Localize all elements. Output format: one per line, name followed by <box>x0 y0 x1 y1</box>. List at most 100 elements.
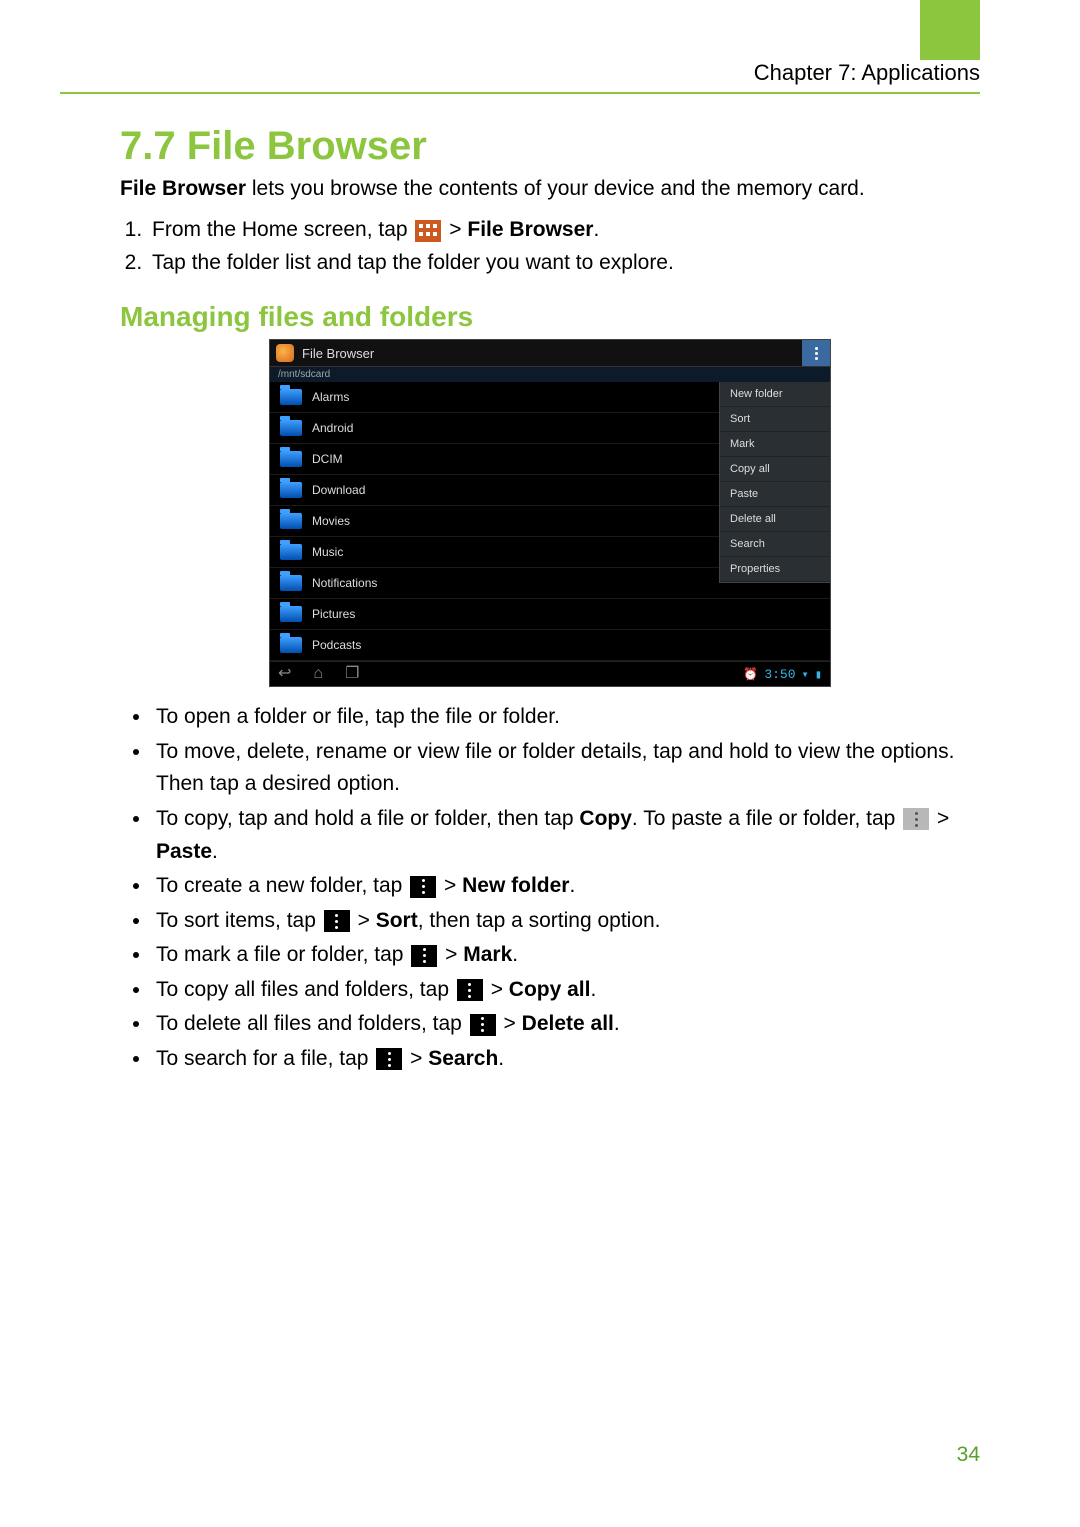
bullet-open: To open a folder or file, tap the file o… <box>152 701 980 734</box>
bullet-sort: To sort items, tap > Sort, then tap a so… <box>152 905 980 938</box>
folder-label: Movies <box>312 514 350 528</box>
bullet-new-folder: To create a new folder, tap > New folder… <box>152 870 980 903</box>
step-1: From the Home screen, tap > File Browser… <box>148 214 980 247</box>
wifi-icon: ▾ <box>802 667 809 682</box>
page-content: Chapter 7: Applications 7.7 File Browser… <box>60 60 980 1077</box>
bold: Copy <box>579 807 632 830</box>
folder-icon <box>280 389 302 405</box>
text: To mark a file or folder, tap <box>156 943 409 966</box>
bold: Sort <box>376 909 418 932</box>
menu-item-paste[interactable]: Paste <box>720 482 830 507</box>
overflow-icon <box>903 808 929 830</box>
text: . <box>212 840 218 863</box>
folder-icon <box>280 637 302 653</box>
overflow-icon <box>376 1048 402 1070</box>
menu-item-sort[interactable]: Sort <box>720 407 830 432</box>
screenshot-wrap: File Browser /mnt/sdcard Alarms Android … <box>120 339 980 687</box>
text: , then tap a sorting option. <box>418 909 661 932</box>
menu-item-delete-all[interactable]: Delete all <box>720 507 830 532</box>
text: To sort items, tap <box>156 909 322 932</box>
bullet-delete-all: To delete all files and folders, tap > D… <box>152 1008 980 1041</box>
apps-grid-icon <box>415 220 441 242</box>
status-clock: 3:50 <box>764 667 795 682</box>
text: > <box>504 1012 522 1035</box>
intro-strong: File Browser <box>120 177 246 200</box>
device-body: Alarms Android DCIM Download Movies Musi… <box>270 382 830 661</box>
device-header: File Browser <box>270 340 830 367</box>
step-1-text-a: From the Home screen, tap <box>152 218 413 241</box>
bullet-search: To search for a file, tap > Search. <box>152 1043 980 1076</box>
bold: Paste <box>156 840 212 863</box>
folder-icon <box>280 420 302 436</box>
text: > <box>410 1047 428 1070</box>
folder-label: Pictures <box>312 607 355 621</box>
bold: New folder <box>462 874 569 897</box>
folder-label: Android <box>312 421 353 435</box>
device-navbar: ↩ ⌂ ❐ ⏰ 3:50 ▾ ▮ <box>270 661 830 686</box>
step-1-text-d: . <box>593 218 599 241</box>
folder-item[interactable]: Podcasts <box>270 630 830 661</box>
bullet-list: To open a folder or file, tap the file o… <box>120 701 980 1075</box>
folder-icon <box>280 451 302 467</box>
overflow-icon <box>470 1014 496 1036</box>
file-browser-app-icon <box>276 344 294 362</box>
overflow-icon <box>324 910 350 932</box>
recent-icon[interactable]: ❐ <box>345 666 359 682</box>
text: > <box>444 874 462 897</box>
text: > <box>491 978 509 1001</box>
text: To copy, tap and hold a file or folder, … <box>156 807 579 830</box>
decorative-top-tab <box>920 0 980 60</box>
text: To delete all files and folders, tap <box>156 1012 468 1035</box>
menu-item-properties[interactable]: Properties <box>720 557 830 582</box>
app-title: File Browser <box>302 346 374 361</box>
folder-icon <box>280 513 302 529</box>
home-icon[interactable]: ⌂ <box>313 666 323 682</box>
intro-rest: lets you browse the contents of your dev… <box>246 177 865 200</box>
folder-item[interactable]: Pictures <box>270 599 830 630</box>
device-screenshot: File Browser /mnt/sdcard Alarms Android … <box>269 339 831 687</box>
overflow-menu-button[interactable] <box>802 340 830 366</box>
text: . <box>498 1047 504 1070</box>
folder-label: Alarms <box>312 390 349 404</box>
text: > <box>358 909 376 932</box>
folder-icon <box>280 575 302 591</box>
bullet-copy-all: To copy all files and folders, tap > Cop… <box>152 974 980 1007</box>
section-title: 7.7 File Browser <box>120 124 980 169</box>
folder-icon <box>280 606 302 622</box>
path-bar[interactable]: /mnt/sdcard <box>270 367 830 382</box>
folder-icon <box>280 544 302 560</box>
folder-label: Music <box>312 545 343 559</box>
step-1-bold: File Browser <box>467 218 593 241</box>
bold: Delete all <box>522 1012 614 1035</box>
text: > <box>445 943 463 966</box>
overflow-icon <box>457 979 483 1001</box>
bullet-mark: To mark a file or folder, tap > Mark. <box>152 939 980 972</box>
menu-item-new-folder[interactable]: New folder <box>720 382 830 407</box>
more-icon <box>815 347 818 360</box>
text: To create a new folder, tap <box>156 874 408 897</box>
menu-item-mark[interactable]: Mark <box>720 432 830 457</box>
text: . <box>614 1012 620 1035</box>
nav-left: ↩ ⌂ ❐ <box>278 666 359 682</box>
folder-icon <box>280 482 302 498</box>
overflow-icon <box>411 945 437 967</box>
bullet-move-delete: To move, delete, rename or view file or … <box>152 736 980 801</box>
step-1-text-b: > <box>449 218 467 241</box>
alarm-icon: ⏰ <box>743 667 758 682</box>
step-2: Tap the folder list and tap the folder y… <box>148 247 980 280</box>
folder-label: Podcasts <box>312 638 361 652</box>
back-icon[interactable]: ↩ <box>278 666 291 682</box>
menu-item-search[interactable]: Search <box>720 532 830 557</box>
text: To search for a file, tap <box>156 1047 374 1070</box>
bold: Copy all <box>509 978 591 1001</box>
bold: Mark <box>463 943 512 966</box>
bullet-copy-paste: To copy, tap and hold a file or folder, … <box>152 803 980 868</box>
steps-list: From the Home screen, tap > File Browser… <box>120 214 980 279</box>
text: . <box>590 978 596 1001</box>
folder-label: DCIM <box>312 452 343 466</box>
status-right: ⏰ 3:50 ▾ ▮ <box>743 667 822 682</box>
context-menu: New folder Sort Mark Copy all Paste Dele… <box>719 382 830 583</box>
menu-item-copy-all[interactable]: Copy all <box>720 457 830 482</box>
page-number: 34 <box>957 1443 980 1467</box>
chapter-header: Chapter 7: Applications <box>60 60 980 94</box>
